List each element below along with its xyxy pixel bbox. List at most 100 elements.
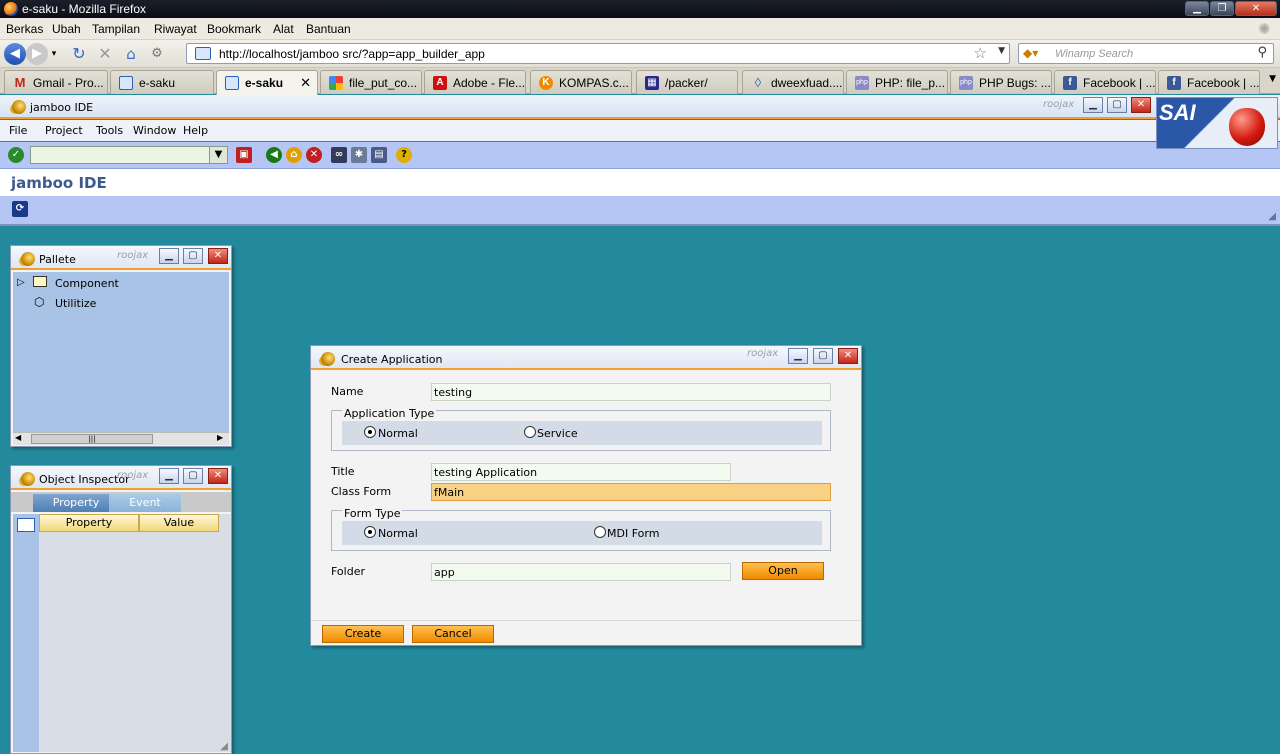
pallete-tree: ▷ Component ⬡ Utilitize [13,272,229,432]
radio-mdi-form[interactable] [594,526,606,538]
browser-tab[interactable]: A Adobe - Fle... [424,70,526,94]
pallete-close-button[interactable]: ✕ [208,248,228,264]
resize-grip-icon[interactable]: ◢ [1268,211,1276,222]
scroll-left-icon[interactable]: ◀ [15,433,21,442]
ide-menu-window[interactable]: Window [133,124,176,137]
expand-arrow-icon[interactable]: ▷ [17,277,25,288]
close-tab-icon[interactable]: ✕ [300,75,311,91]
pallete-title-bar[interactable]: Pallete roojax ▁ ▢ ✕ [11,246,231,270]
stop-icon[interactable]: ✕ [94,43,116,65]
ide-minimize-button[interactable]: ▁ [1083,97,1103,113]
image-icon[interactable]: ▤ [371,147,387,163]
refresh-icon[interactable]: ⟳ [12,201,28,217]
browser-tab[interactable]: f Facebook | ... [1158,70,1260,94]
scroll-right-icon[interactable]: ▶ [217,433,223,442]
chevron-down-icon[interactable]: ▼ [209,147,227,163]
title-label: Title [331,465,355,478]
search-engine-icon[interactable]: ◆▾ [1023,46,1038,60]
tab-event[interactable]: Event [109,494,181,512]
home-icon[interactable]: ⌂ [120,43,142,65]
dialog-close-button[interactable]: ✕ [838,348,858,364]
menu-ubah[interactable]: Ubah [52,22,81,36]
scroll-thumb[interactable]: ||| [31,434,153,444]
roojax-logo-icon [21,252,35,266]
url-dropdown-icon[interactable]: ▼ [998,46,1005,56]
inspector-close-button[interactable]: ✕ [208,468,228,484]
dialog-minimize-button[interactable]: ▁ [788,348,808,364]
ide-secondary-toolbar: ⟳ ◢ [0,196,1280,226]
ide-menu-tools[interactable]: Tools [96,124,123,137]
menu-berkas[interactable]: Berkas [6,22,43,36]
reload-icon[interactable]: ↻ [68,43,90,65]
run-icon[interactable]: ◀ [266,147,282,163]
inspector-title-bar[interactable]: Object Inspector roojax ▁ ▢ ✕ [11,466,231,490]
back-button[interactable]: ◀ [4,43,26,65]
menu-bantuan[interactable]: Bantuan [306,22,351,36]
ide-maximize-button[interactable]: ▢ [1107,97,1127,113]
browser-tab[interactable]: M Gmail - Pro... [4,70,108,94]
roojax-logo-icon [321,352,335,366]
grid-icon[interactable]: ✱ [351,147,367,163]
browser-tab[interactable]: K KOMPAS.c... [530,70,632,94]
ide-menu-project[interactable]: Project [45,124,83,137]
browser-menu-bar: Berkas Ubah Tampilan Riwayat Bookmark Al… [0,18,1280,40]
inspector-maximize-button[interactable]: ▢ [183,468,203,484]
project-select[interactable]: ▼ [30,146,228,164]
radio-service[interactable] [524,426,536,438]
help-icon[interactable]: ? [396,147,412,163]
browser-tab[interactable]: ◊ dweexfuad.... [742,70,844,94]
addon-icon[interactable]: ⚙ [146,43,168,65]
stop-icon[interactable]: ✕ [306,147,322,163]
dialog-maximize-button[interactable]: ▢ [813,348,833,364]
title-input[interactable]: testing Application [431,463,731,481]
menu-riwayat[interactable]: Riwayat [154,22,197,36]
browser-tab[interactable]: ▦ /packer/ [636,70,738,94]
check-icon[interactable]: ✓ [8,147,24,163]
browser-tab[interactable]: e-saku [110,70,214,94]
history-dropdown-icon[interactable]: ▾ [48,43,60,65]
pallete-maximize-button[interactable]: ▢ [183,248,203,264]
create-button[interactable]: Create [322,625,404,643]
class-form-input[interactable]: fMain [431,483,831,501]
dialog-title-bar[interactable]: Create Application roojax ▁ ▢ ✕ [311,346,861,370]
browser-tab[interactable]: f Facebook | ... [1054,70,1156,94]
browser-tab[interactable]: php PHP: file_p... [846,70,948,94]
bookmark-star-icon[interactable]: ☆ [974,44,987,62]
name-input[interactable]: testing [431,383,831,401]
pallete-minimize-button[interactable]: ▁ [159,248,179,264]
folder-input[interactable]: app [431,563,731,581]
browser-tab[interactable]: file_put_co... [320,70,422,94]
forward-button[interactable]: ▶ [26,43,48,65]
firefox-icon [4,2,18,16]
home-icon[interactable]: ⌂ [286,147,302,163]
binoculars-icon[interactable]: ∞ [331,147,347,163]
column-header-property[interactable]: Property [39,514,139,532]
menu-tampilan[interactable]: Tampilan [92,22,140,36]
tab-property[interactable]: Property [33,494,119,512]
browser-tab-active[interactable]: e-saku ✕ [216,70,318,95]
menu-bookmark[interactable]: Bookmark [207,22,261,36]
tab-list-dropdown-icon[interactable]: ▼ [1269,74,1276,84]
restore-window-button[interactable]: ❐ [1210,1,1234,16]
tree-item-utilitize[interactable]: Utilitize [55,297,96,310]
radio-normal-form[interactable] [364,526,376,538]
inspector-minimize-button[interactable]: ▁ [159,468,179,484]
cancel-button[interactable]: Cancel [412,625,494,643]
ide-close-button[interactable]: ✕ [1131,97,1151,113]
save-icon[interactable]: ▣ [236,147,252,163]
search-box[interactable]: ◆▾ Winamp Search ⚲ [1018,43,1274,64]
tree-item-component[interactable]: Component [55,277,119,290]
minimize-window-button[interactable]: ▁ [1185,1,1209,16]
resize-grip-icon[interactable]: ◢ [220,741,228,752]
column-header-value[interactable]: Value [139,514,219,532]
ide-menu-help[interactable]: Help [183,124,208,137]
address-bar[interactable]: http://localhost/jamboo src/?app=app_bui… [186,43,1010,64]
pallete-horizontal-scrollbar[interactable]: ◀ ||| ▶ [13,432,229,445]
close-window-button[interactable]: ✕ [1235,1,1277,16]
radio-normal-app[interactable] [364,426,376,438]
open-folder-button[interactable]: Open [742,562,824,580]
menu-alat[interactable]: Alat [273,22,294,36]
browser-tab[interactable]: php PHP Bugs: ... [950,70,1052,94]
ide-menu-file[interactable]: File [9,124,27,137]
search-icon[interactable]: ⚲ [1257,45,1267,60]
